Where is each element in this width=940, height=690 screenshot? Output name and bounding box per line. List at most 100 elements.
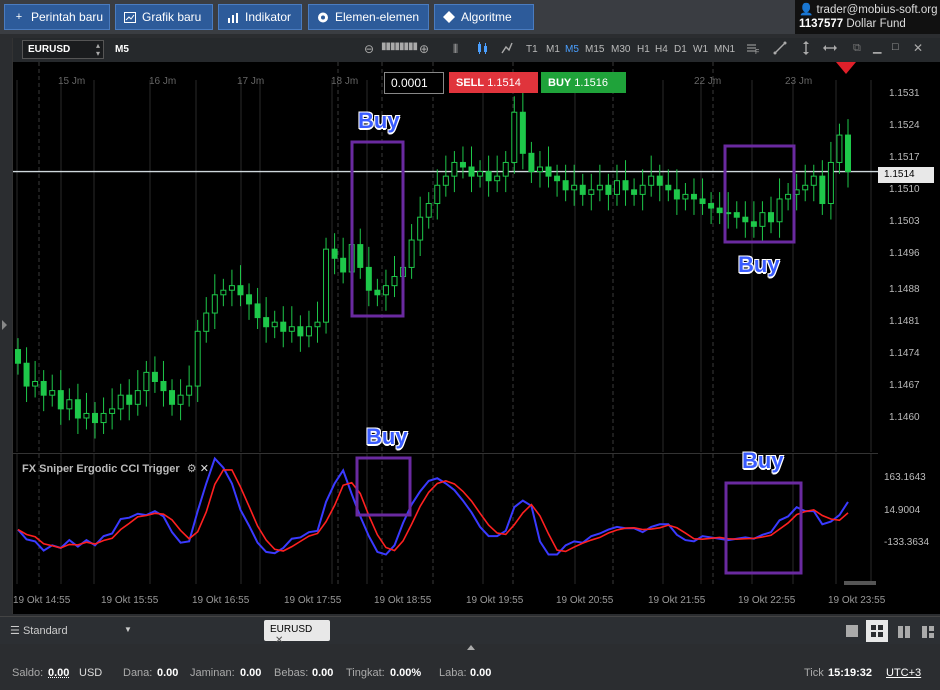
horizontal-scrollbar[interactable] <box>844 581 876 585</box>
candle-body <box>596 184 603 191</box>
symbol-value: EURUSD <box>28 44 71 55</box>
candle-body <box>785 193 792 200</box>
layout-select[interactable]: ☰ Standard <box>10 624 68 637</box>
candle-body <box>57 390 64 410</box>
candle-body <box>314 321 321 328</box>
candle-body <box>827 161 834 205</box>
candle-body <box>15 349 21 364</box>
candle-body <box>656 175 663 186</box>
candle-body <box>519 111 526 154</box>
new-order-label: Perintah baru <box>31 10 104 24</box>
tab-eurusd[interactable]: EURUSD ✕ <box>264 620 330 646</box>
price-tick: 1.1496 <box>889 247 920 259</box>
indicator-button[interactable]: Indikator <box>218 4 302 30</box>
algorithm-label: Algoritme <box>461 10 512 24</box>
timeframe-d1[interactable]: D1 <box>674 44 687 55</box>
candle-body <box>459 161 466 168</box>
timeframe-h4[interactable]: H4 <box>655 44 668 55</box>
gear-icon[interactable]: ⚙ <box>187 463 197 475</box>
quantity-input[interactable]: 0.0001 <box>384 72 444 94</box>
timeframe-m15[interactable]: M15 <box>585 44 604 55</box>
candle-body <box>588 189 595 195</box>
timeframe-m30[interactable]: M30 <box>611 44 630 55</box>
new-chart-button[interactable]: Grafik baru <box>115 4 213 30</box>
close-icon[interactable]: ✕ <box>913 41 923 55</box>
candle-body <box>562 180 569 191</box>
candle-body <box>391 276 398 287</box>
sell-label: SELL <box>456 76 485 89</box>
candle-body <box>613 180 620 195</box>
buy-button[interactable]: BUY 1.1516 <box>541 72 626 93</box>
candle-body <box>528 152 535 173</box>
candle-body <box>177 394 184 405</box>
candle-body <box>665 184 672 191</box>
horizontal-line-icon[interactable] <box>823 41 837 58</box>
price-tick: 1.1460 <box>889 412 920 423</box>
time-label: 19 Okt 17:55 <box>284 595 342 606</box>
candle-body <box>23 362 30 387</box>
line-type-icon[interactable] <box>501 41 513 58</box>
candle-body <box>579 184 586 195</box>
symbol-select[interactable]: EURUSD ▴ ▾ <box>22 40 104 59</box>
candle-type-icon[interactable] <box>477 41 489 58</box>
elements-button[interactable]: Elemen-elemen <box>308 4 429 30</box>
candle-body <box>451 161 458 177</box>
candle-body <box>767 212 774 223</box>
bebas-value: 0.00 <box>312 667 334 679</box>
algorithm-button[interactable]: Algoritme <box>434 4 534 30</box>
candle-body <box>117 394 124 410</box>
candle-body <box>408 239 415 268</box>
current-timeframe: M5 <box>115 44 129 55</box>
timezone[interactable]: UTC+3 <box>886 667 921 679</box>
saldo-value[interactable]: 0.00 <box>48 667 69 679</box>
candle-body <box>151 371 158 382</box>
timeframe-m5[interactable]: M5 <box>565 44 579 55</box>
menu-icon: ☰ <box>10 625 20 637</box>
price-tick: 1.1524 <box>889 119 920 131</box>
layout-rows-icon[interactable] <box>922 625 934 643</box>
vertical-line-icon[interactable] <box>799 41 813 58</box>
close-indicator-icon[interactable]: ✕ <box>200 463 209 475</box>
timeframe-m1[interactable]: M1 <box>546 44 560 55</box>
candle-body <box>49 390 56 396</box>
layout-grid-icon[interactable] <box>866 620 888 642</box>
tick-label: Tick <box>804 667 824 679</box>
timeframe-mn1[interactable]: MN1 <box>714 44 735 55</box>
price-tick: 1.1488 <box>889 284 920 296</box>
user-line: 👤 trader@mobius-soft.org <box>799 2 938 16</box>
account-info[interactable]: 👤 trader@mobius-soft.org 1137577 Dollar … <box>795 0 940 34</box>
close-tab-icon[interactable]: ✕ <box>275 635 283 646</box>
timeframe-h1[interactable]: H1 <box>637 44 650 55</box>
candle-body <box>485 171 492 182</box>
new-order-button[interactable]: + Perintah baru <box>4 4 110 30</box>
candle-body <box>74 399 81 419</box>
detach-icon[interactable]: ⧉ <box>853 42 861 55</box>
zoom-in-icon[interactable]: ⊕ <box>419 42 429 56</box>
candle-body <box>511 111 518 163</box>
maximize-icon[interactable]: □ <box>892 41 899 53</box>
saldo-currency: USD <box>79 667 103 679</box>
candle-body <box>836 134 843 163</box>
expand-panel-icon[interactable] <box>467 645 475 650</box>
drawing-icon[interactable]: F <box>746 41 760 58</box>
price-tick: 1.1503 <box>889 215 920 227</box>
bar-type-icon[interactable]: ⫴ <box>453 42 458 57</box>
chevron-down-icon[interactable]: ▼ <box>124 625 132 634</box>
timeframe-w1[interactable]: W1 <box>693 44 708 55</box>
candle-body <box>220 289 227 296</box>
candle-body <box>254 303 261 319</box>
trendline-icon[interactable] <box>773 41 787 58</box>
zoom-slider[interactable]: ▮▮▮▮▮▮▮▮ <box>381 41 418 52</box>
layout-columns-icon[interactable] <box>898 625 910 643</box>
scroll-end-marker[interactable] <box>836 62 856 74</box>
candle-body <box>699 198 706 205</box>
timeframe-t1[interactable]: T1 <box>526 44 538 55</box>
candle-body <box>186 385 193 396</box>
minimize-icon[interactable]: ▁ <box>873 41 881 54</box>
layout-single-icon[interactable] <box>846 625 858 637</box>
top-time-label: 18 Jm <box>331 76 358 87</box>
zoom-out-icon[interactable]: ⊖ <box>364 42 374 56</box>
sell-button[interactable]: SELL 1.1514 <box>449 72 538 93</box>
collapse-left-icon[interactable] <box>2 320 7 330</box>
candle-body <box>40 380 47 396</box>
